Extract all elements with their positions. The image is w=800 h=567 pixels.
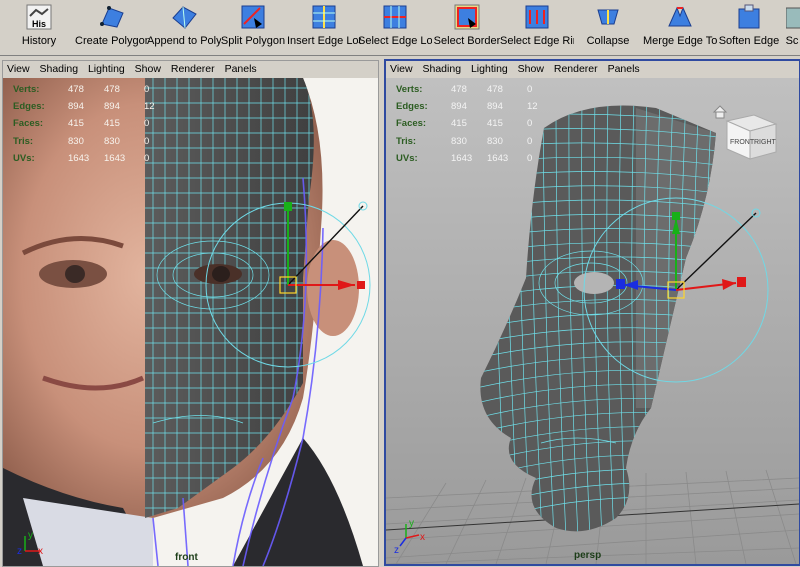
front-menu-renderer[interactable]: Renderer [171,63,215,75]
svg-text:z: z [394,545,399,556]
select-edge-ring-icon [525,5,549,29]
shelf-append-polygon-label: Append to Polygon [147,35,221,47]
history-icon: His [26,4,52,30]
shelf-soften-edge-button[interactable]: Soften Edge [712,4,786,52]
persp-menu-renderer[interactable]: Renderer [554,63,598,75]
shelf-select-border-button[interactable]: Select Border [430,4,504,52]
shelf-insert-edge-loop-button[interactable]: Insert Edge Loop [287,4,361,52]
shelf-toolbar: His History Create Polygon Append to Pol… [0,0,800,56]
shelf-sculpt-label: Sc [785,35,799,47]
shelf-collapse-label: Collapse [586,35,630,47]
shelf-select-edge-ring-label: Select Edge Ring [500,35,574,47]
shelf-select-border-label: Select Border [433,35,501,47]
front-view-panel: View Shading Lighting Show Renderer Pane… [2,60,379,567]
merge-edge-icon [668,6,692,27]
front-camera-label: front [175,552,198,563]
shelf-history-label: History [21,35,57,47]
front-menu-shading[interactable]: Shading [40,63,79,75]
svg-text:y: y [409,518,414,529]
persp-y-axis-handle[interactable] [672,212,680,220]
persp-panel-menubar: View Shading Lighting Show Renderer Pane… [386,61,799,78]
persp-viewport[interactable]: FRONT RIGHT y z x Verts: 478 478 0 Edges: 89… [386,78,799,564]
shelf-history-button[interactable]: His History [4,4,74,52]
front-hud-tris: Tris: 830 830 0 [13,135,150,147]
persp-x-axis-handle[interactable] [737,277,746,287]
view-cube[interactable]: FRONT RIGHT [725,114,778,160]
persp-hud-verts: Verts: 478 478 0 [396,84,533,95]
front-menu-panels[interactable]: Panels [225,63,257,75]
persp-camera-label: persp [574,550,602,561]
shelf-sculpt-button[interactable]: Sc [784,4,800,52]
front-y-axis-handle[interactable] [284,202,292,211]
shelf-create-polygon-label: Create Polygon [75,35,149,47]
append-polygon-icon [172,6,197,29]
shelf-create-polygon-button[interactable]: Create Polygon [75,4,149,52]
shelf-merge-edge-button[interactable]: Merge Edge Tool [643,4,717,52]
shelf-soften-edge-label: Soften Edge [718,35,780,47]
front-menu-lighting[interactable]: Lighting [88,63,125,75]
split-polygon-icon [241,5,265,29]
front-hud-faces: Faces: 415 415 0 [13,118,150,130]
shelf-append-polygon-button[interactable]: Append to Polygon [147,4,221,52]
reference-ear [307,240,359,336]
shelf-split-polygon-label: Split Polygon [220,35,286,47]
front-menu-view[interactable]: View [7,63,30,75]
front-x-axis-handle[interactable] [357,281,365,289]
shelf-split-polygon-button[interactable]: Split Polygon [216,4,290,52]
insert-edge-loop-icon [312,5,336,29]
persp-menu-show[interactable]: Show [518,63,544,75]
front-panel-menubar: View Shading Lighting Show Renderer Pane… [3,61,378,78]
create-polygon-icon [100,6,124,28]
soften-edge-icon [738,4,760,29]
front-hud-uvs: UVs: 1643 1643 0 [13,152,150,164]
view-cube-right-label: RIGHT [754,139,777,146]
front-poly-count-hud: Verts: 478 478 0 Edges: 894 894 12 Faces: 415 41… [13,81,183,167]
persp-hud-tris: Tris: 830 830 0 [396,135,533,147]
persp-view-panel: View Shading Lighting Show Renderer Pane… [384,59,800,566]
front-hud-edges: Edges: 894 894 12 [13,101,155,113]
persp-menu-shading[interactable]: Shading [423,63,462,75]
persp-z-axis-handle[interactable] [616,279,625,289]
persp-hud-uvs: UVs: 1643 1643 0 [396,152,533,164]
select-border-icon [454,4,480,30]
persp-poly-count-hud: Verts: 478 478 0 Edges: 894 894 12 Faces: 415 41… [396,81,566,167]
persp-eye-opening [574,272,614,294]
persp-hud-edges: Edges: 894 894 12 [396,101,538,113]
front-viewport[interactable]: y z x Verts: 478 478 0 Edges: 894 894 12 Faces… [3,78,378,566]
shelf-collapse-button[interactable]: Collapse [571,4,645,52]
collapse-icon [597,9,619,25]
view-cube-front-label: FRONT [730,139,755,146]
shelf-insert-edge-loop-label: Insert Edge Loop [287,35,361,47]
front-menu-show[interactable]: Show [135,63,161,75]
svg-text:z: z [17,546,22,557]
shelf-select-edge-loop-button[interactable]: Select Edge Loop [358,4,432,52]
svg-text:x: x [420,532,425,543]
select-edge-loop-icon [383,5,407,29]
persp-menu-lighting[interactable]: Lighting [471,63,508,75]
persp-hud-faces: Faces: 415 415 0 [396,118,533,130]
shelf-select-edge-ring-button[interactable]: Select Edge Ring [500,4,574,52]
svg-text:y: y [28,530,33,541]
persp-menu-panels[interactable]: Panels [608,63,640,75]
sculpt-icon [786,7,800,29]
history-badge: His [32,19,46,29]
svg-text:x: x [38,546,43,557]
persp-menu-view[interactable]: View [390,63,413,75]
shelf-select-edge-loop-label: Select Edge Loop [358,35,432,47]
front-hud-verts: Verts: 478 478 0 [13,84,150,95]
shelf-merge-edge-label: Merge Edge Tool [643,35,717,47]
